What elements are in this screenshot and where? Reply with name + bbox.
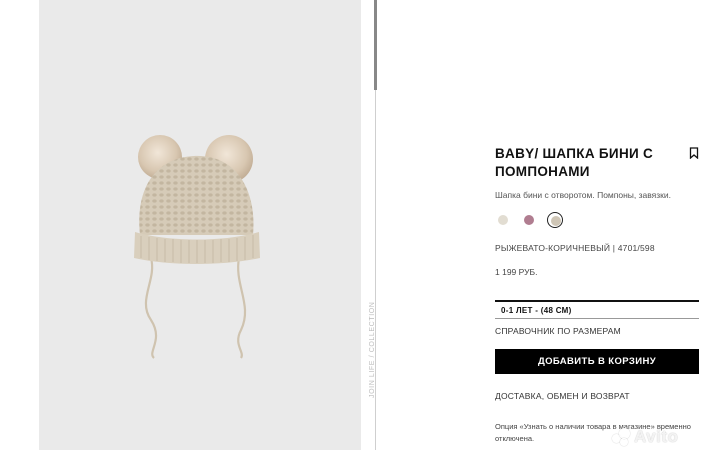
bookmark-icon[interactable] bbox=[689, 147, 699, 159]
swatch-dot bbox=[498, 215, 508, 225]
color-and-reference: РЫЖЕВАТО-КОРИЧНЕВЫЙ | 4701/598 bbox=[495, 243, 655, 253]
color-swatch-beige[interactable] bbox=[495, 212, 511, 228]
product-price: 1 199 РУБ. bbox=[495, 267, 538, 277]
avito-watermark: Avito bbox=[612, 427, 678, 447]
swatch-dot bbox=[524, 215, 534, 225]
product-title: BABY/ ШАПКА БИНИ С ПОМПОНАМИ bbox=[495, 146, 654, 179]
swatch-dot bbox=[551, 216, 561, 226]
scrollbar-thumb[interactable] bbox=[374, 0, 377, 90]
size-selector[interactable]: 0-1 ЛЕТ - (48 СМ) bbox=[495, 302, 699, 318]
avito-logo-icon bbox=[612, 428, 630, 446]
color-swatch-mauve[interactable] bbox=[521, 212, 537, 228]
add-to-cart-button[interactable]: ДОБАВИТЬ В КОРЗИНУ bbox=[495, 349, 699, 374]
beanie-hat-image bbox=[134, 135, 260, 359]
delivery-returns-link[interactable]: ДОСТАВКА, ОБМЕН И ВОЗВРАТ bbox=[495, 391, 630, 401]
product-image[interactable]: JOIN LIFE / COLLECTION bbox=[39, 0, 376, 450]
size-selected-value: 0-1 ЛЕТ - (48 СМ) bbox=[501, 306, 572, 315]
color-swatch-taupe[interactable] bbox=[547, 212, 563, 228]
product-description: Шапка бини с отворотом. Помпоны, завязки… bbox=[495, 190, 671, 200]
watermark-text: Avito bbox=[634, 427, 679, 446]
size-guide-link[interactable]: СПРАВОЧНИК ПО РАЗМЕРАМ bbox=[495, 326, 621, 336]
size-divider-bottom bbox=[495, 318, 699, 319]
